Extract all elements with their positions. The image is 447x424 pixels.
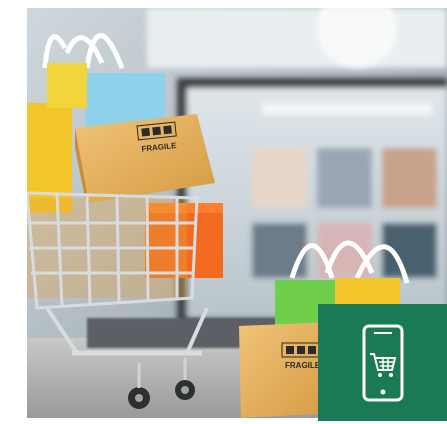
- smartphone-shopping-cart-icon: [318, 304, 447, 421]
- fragile-label-2: FRAGILE: [285, 361, 321, 370]
- mobile-shopping-badge: [318, 304, 447, 421]
